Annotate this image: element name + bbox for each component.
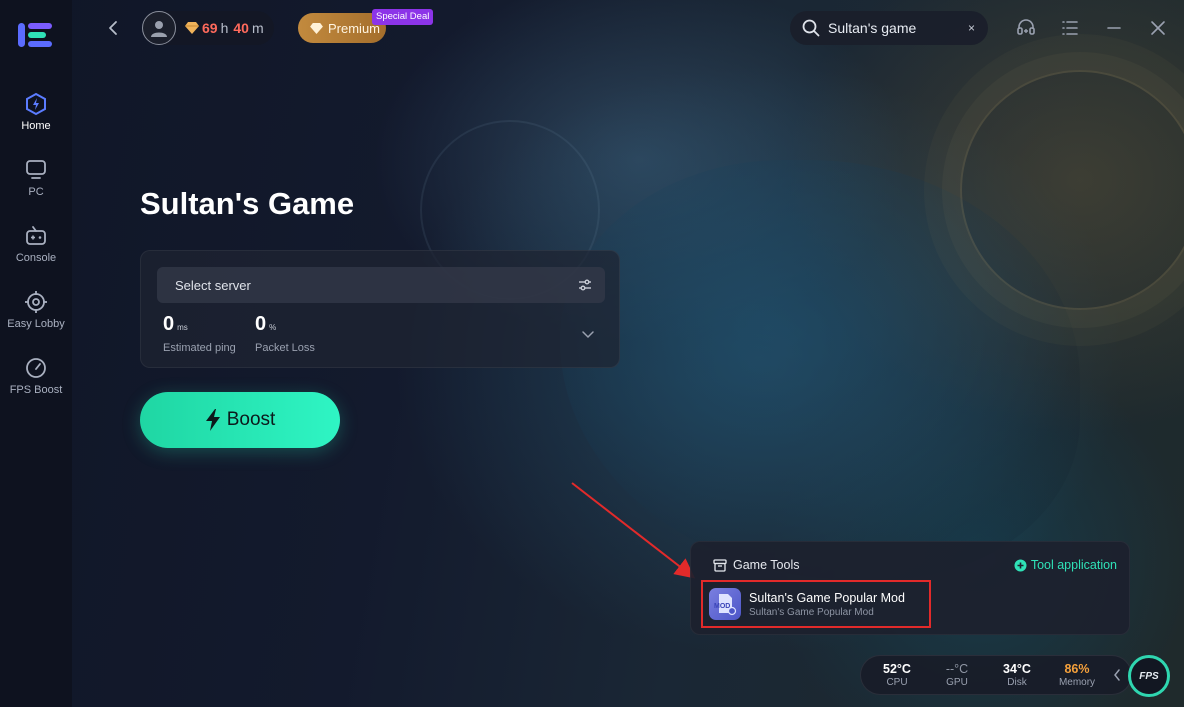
popular-mod-item[interactable]: MOD Sultan's Game Popular Mod Sultan's G…: [701, 580, 931, 628]
hardware-status-bar: 52°C CPU --°C GPU 34°C Disk 86% Memory: [860, 655, 1132, 695]
memory-label: Memory: [1058, 677, 1096, 688]
console-icon: [26, 226, 46, 245]
sidebar-item-label: Home: [21, 120, 51, 132]
cpu-stat: 52°C CPU: [867, 662, 927, 688]
sidebar-item-fps-boost[interactable]: FPS Boost: [0, 354, 72, 414]
mod-subtitle: Sultan's Game Popular Mod: [749, 606, 874, 618]
select-server-dropdown[interactable]: Select server: [157, 267, 605, 303]
gpu-label: GPU: [946, 677, 968, 688]
sidebar-item-console[interactable]: Console: [0, 222, 72, 282]
disk-stat: 34°C Disk: [987, 662, 1047, 688]
remaining-time: 69 h 40 m: [185, 20, 266, 36]
support-headset-icon[interactable]: [1016, 18, 1036, 38]
tool-application-link[interactable]: Tool application: [1014, 558, 1117, 572]
back-arrow-icon[interactable]: [104, 18, 122, 38]
search-bar[interactable]: ×: [790, 11, 988, 45]
ping-label: Estimated ping: [163, 342, 236, 354]
clear-search-button[interactable]: ×: [968, 21, 975, 35]
fps-boost-icon: [26, 358, 46, 378]
toolbox-icon: [713, 558, 727, 572]
time-minutes-unit: m: [251, 20, 264, 36]
search-icon: [802, 19, 820, 37]
diamond-icon: [185, 22, 199, 34]
sidebar-item-home[interactable]: Home: [0, 90, 72, 150]
gpu-value: --°C: [945, 662, 969, 676]
special-deal-badge[interactable]: Special Deal: [372, 9, 434, 25]
game-tools-header: Game Tools: [713, 558, 799, 572]
memory-value: 86%: [1064, 662, 1090, 676]
disk-label: Disk: [1007, 677, 1027, 688]
cpu-value: 52°C: [883, 662, 911, 676]
packet-loss: 0 % Packet Loss: [255, 313, 315, 354]
game-title: Sultan's Game: [140, 186, 355, 221]
fps-overlay-button[interactable]: FPS: [1128, 655, 1170, 697]
mod-text: Sultan's Game Popular Mod Sultan's Game …: [749, 591, 905, 618]
tool-application-label: Tool application: [1030, 558, 1117, 572]
time-minutes: 40: [233, 20, 249, 36]
select-server-label: Select server: [175, 277, 251, 293]
sidebar: Home PC Console Easy Lobby FPS Boost: [0, 0, 72, 707]
mod-icon: MOD: [709, 588, 741, 620]
sidebar-item-easy-lobby[interactable]: Easy Lobby: [0, 288, 72, 348]
user-time-pill[interactable]: 69 h 40 m: [142, 11, 274, 45]
avatar[interactable]: [142, 11, 176, 45]
cpu-label: CPU: [886, 677, 908, 688]
ping-value: 0: [163, 313, 175, 335]
sidebar-item-label: Console: [15, 252, 57, 264]
background-sun-ornament: [960, 70, 1184, 310]
game-tools-title: Game Tools: [733, 558, 800, 572]
chevron-down-icon[interactable]: [581, 327, 595, 341]
loss-value: 0: [255, 313, 267, 335]
pc-icon: [26, 160, 46, 179]
estimated-ping: 0 ms Estimated ping: [163, 313, 236, 354]
minimize-icon[interactable]: [1104, 18, 1124, 38]
gpu-stat: --°C GPU: [927, 662, 987, 688]
sidebar-item-label: PC: [28, 186, 44, 198]
filter-sliders-icon[interactable]: [577, 277, 593, 293]
mod-document-icon: MOD: [714, 594, 737, 616]
sidebar-item-pc[interactable]: PC: [0, 156, 72, 216]
app-logo-icon[interactable]: [16, 20, 56, 50]
game-tools-panel: Game Tools Tool application MOD Sultan's…: [690, 541, 1130, 635]
close-icon[interactable]: [1148, 18, 1168, 38]
time-hours-unit: h: [220, 20, 229, 36]
boost-button[interactable]: Boost: [140, 392, 340, 448]
server-card: Select server 0 ms Estimated ping 0 % Pa…: [140, 250, 620, 368]
premium-diamond-icon: [310, 22, 323, 34]
ping-unit: ms: [177, 323, 188, 332]
boost-label: Boost: [226, 409, 276, 430]
mod-title: Sultan's Game Popular Mod: [749, 590, 905, 605]
disk-value: 34°C: [1003, 662, 1031, 676]
time-hours: 69: [202, 20, 218, 36]
chevron-left-icon[interactable]: [1112, 668, 1122, 682]
memory-stat: 86% Memory: [1047, 662, 1107, 688]
user-silhouette-icon: [151, 21, 167, 37]
loss-unit: %: [269, 323, 277, 332]
menu-list-icon[interactable]: [1060, 18, 1080, 38]
lightning-icon: [205, 409, 220, 431]
sidebar-item-label: FPS Boost: [9, 384, 63, 396]
home-icon: [26, 92, 46, 116]
search-input[interactable]: [828, 20, 958, 36]
loss-label: Packet Loss: [255, 342, 315, 354]
plus-circle-icon: [1014, 559, 1027, 571]
sidebar-item-label: Easy Lobby: [7, 318, 65, 330]
mod-icon-text: MOD: [714, 603, 730, 610]
easy-lobby-icon: [25, 291, 47, 313]
